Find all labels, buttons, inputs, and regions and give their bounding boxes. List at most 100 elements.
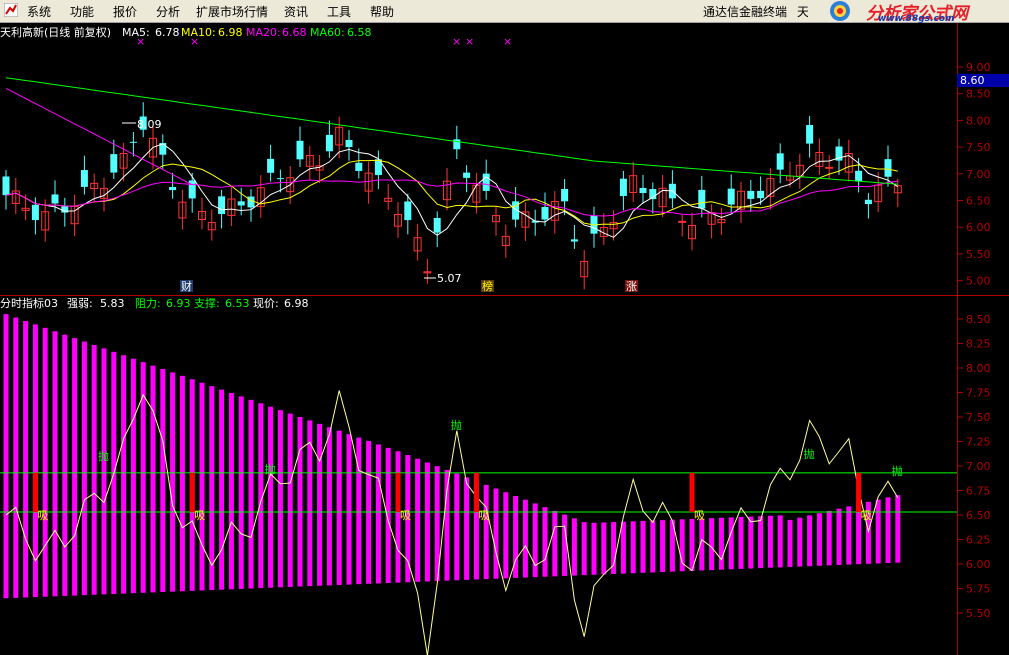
indicator-bar <box>826 510 832 566</box>
indicator-bar <box>738 516 744 569</box>
indicator-bar <box>650 520 656 573</box>
indicator-bar <box>562 514 568 576</box>
price-tick-label: 8.00 <box>966 114 991 127</box>
indicator-bar <box>277 410 283 588</box>
indicator-bar <box>777 515 783 568</box>
indicator-bar <box>483 484 489 580</box>
buy-signal-label: 吸 <box>861 509 872 522</box>
candle-body <box>541 206 549 220</box>
event-marker-icon: × <box>452 35 461 48</box>
buy-signal-bar <box>856 472 862 513</box>
candle-body <box>345 139 353 148</box>
indicator-bar <box>199 382 205 591</box>
candle-body <box>864 199 872 205</box>
indicator-bar <box>268 406 274 588</box>
indicator-bar <box>219 389 225 590</box>
indicator-bar <box>140 362 146 593</box>
candle-body <box>51 194 59 204</box>
menu-tools[interactable]: 工具 <box>327 3 351 20</box>
menu-function[interactable]: 功能 <box>70 3 94 20</box>
indicator-tick-label: 5.50 <box>966 607 991 620</box>
candle-body <box>776 153 784 170</box>
candle-body <box>80 170 88 187</box>
indicator-bar <box>571 518 577 576</box>
indicator-bar <box>385 447 391 584</box>
menu-extended-market[interactable]: 扩展市场行情 <box>196 3 268 20</box>
indicator-bar <box>238 396 244 589</box>
candle-body <box>404 201 412 221</box>
indicator-bar <box>23 320 29 598</box>
resistance-label: 阻力: <box>135 297 161 310</box>
indicator-bar <box>42 327 48 597</box>
indicator-bar <box>895 495 901 563</box>
event-label-billboard: 榜 <box>482 279 493 293</box>
indicator-chart: 吸吸吸吸吸吸抛抛抛抛抛 <box>0 314 957 655</box>
indicator-bar <box>591 522 597 575</box>
indicator-bar <box>787 519 793 567</box>
indicator-bar <box>287 413 293 587</box>
indicator-tick-label: 8.00 <box>966 362 991 375</box>
resistance-value: 6.93 <box>166 297 191 310</box>
indicator-bar <box>72 338 78 596</box>
indicator-bar <box>160 368 166 593</box>
indicator-bar <box>718 517 724 570</box>
indicator-bar <box>209 386 215 591</box>
sell-signal-label: 抛 <box>265 462 276 476</box>
indicator-bar <box>454 473 460 581</box>
indicator-bar <box>552 510 558 577</box>
indicator-bar <box>522 499 528 578</box>
brand-badge-icon <box>830 1 850 21</box>
menu-system[interactable]: 系统 <box>27 3 51 20</box>
candle-body <box>825 166 834 169</box>
indicator-bar <box>709 518 715 571</box>
buy-signal-bar <box>689 472 695 513</box>
candle-body <box>433 217 441 233</box>
indicator-bar <box>3 314 9 599</box>
indicator-bar <box>885 497 891 564</box>
candle-body <box>698 189 706 209</box>
indicator-bar <box>836 508 842 565</box>
buy-signal-label: 吸 <box>478 509 489 522</box>
indicator-tick-label: 6.25 <box>966 534 991 547</box>
support-value: 6.53 <box>225 297 250 310</box>
strength-value: 5.83 <box>100 297 125 310</box>
indicator-bar <box>62 334 68 596</box>
price-tick-label: 9.00 <box>966 61 991 74</box>
ma5-value: 6.78 <box>155 26 180 39</box>
price-tick-label: 6.00 <box>966 221 991 234</box>
indicator-bar <box>170 372 176 592</box>
indicator-tick-label: 8.50 <box>966 313 991 326</box>
menu-info[interactable]: 资讯 <box>284 3 308 20</box>
menu-quote[interactable]: 报价 <box>113 3 137 20</box>
candle-body <box>169 186 177 191</box>
indicator-bar <box>13 317 19 598</box>
event-marker-icon: × <box>136 35 145 48</box>
indicator-bar <box>81 341 87 596</box>
indicator-bar <box>91 344 97 595</box>
buy-signal-bar <box>32 472 38 513</box>
candle-body <box>747 190 755 199</box>
candle-body <box>561 188 569 202</box>
indicator-bar <box>660 520 666 573</box>
menu-help[interactable]: 帮助 <box>370 3 394 20</box>
menu-analysis[interactable]: 分析 <box>156 3 180 20</box>
indicator-bar <box>797 517 803 567</box>
sell-signal-label: 抛 <box>804 447 815 461</box>
ma60-value: 6.58 <box>347 26 372 39</box>
buy-signal-label: 吸 <box>194 509 205 522</box>
brand-logo: 分析家公式网 www.88gs.com <box>808 0 1009 24</box>
ma60-label: MA60: <box>310 26 345 39</box>
indicator-name: 分时指标03 <box>0 296 58 310</box>
indicator-bar <box>758 516 764 569</box>
candle-body <box>296 140 304 160</box>
candle-body <box>757 190 765 199</box>
price-y-axis: 9.00 8.50 8.00 7.50 7.00 6.50 6.00 5.50 5.00 <box>957 61 991 288</box>
buy-signal-bar <box>473 472 479 513</box>
indicator-bar <box>356 437 362 585</box>
candle-body <box>619 178 627 197</box>
buy-signal-bar <box>395 472 401 513</box>
candle-body <box>639 187 647 194</box>
indicator-tick-label: 7.25 <box>966 436 991 449</box>
price-value: 6.98 <box>284 297 309 310</box>
candle-body <box>806 125 814 144</box>
